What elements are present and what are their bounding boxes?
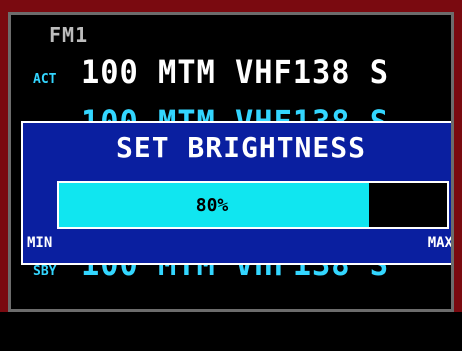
brightness-scale: MIN MAX xyxy=(23,235,453,253)
page-title: FM1 xyxy=(49,23,89,47)
radio-display: FM1 ACT 100 MTM VHF138 S 100 MTM VHF138 … xyxy=(8,12,454,312)
act-label: ACT xyxy=(33,72,57,87)
brightness-slider[interactable]: 80% xyxy=(57,181,449,229)
max-label: MAX xyxy=(427,235,453,251)
dialog-title: SET BRIGHTNESS xyxy=(115,131,366,164)
active-frequency-row: ACT 100 MTM VHF138 S xyxy=(33,53,451,91)
brightness-level-text: 80% xyxy=(195,194,229,216)
active-frequency-value: 100 MTM VHF138 S xyxy=(80,53,389,91)
brightness-dialog: SET BRIGHTNESS 80% MIN MAX xyxy=(21,121,453,265)
min-label: MIN xyxy=(27,235,53,251)
bottom-bezel xyxy=(0,312,462,351)
sby-label: SBY xyxy=(33,264,57,279)
